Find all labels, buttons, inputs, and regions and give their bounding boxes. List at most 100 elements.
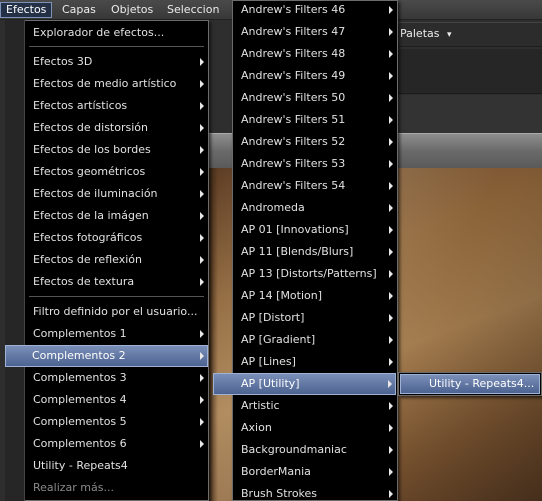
menu-item-label: AP 01 [Innovations]: [241, 223, 349, 236]
menu-item-label: Andrew's Filters 48: [241, 47, 346, 60]
submenu-item[interactable]: Backgroundmaniac: [234, 439, 396, 461]
submenu-arrow-icon: [200, 212, 204, 220]
menu-item-complementos-6[interactable]: Complementos 6: [26, 433, 207, 455]
submenu-item[interactable]: AP [Gradient]: [234, 329, 396, 351]
submenu-item[interactable]: Andrew's Filters 53: [234, 153, 396, 175]
submenu-arrow-icon: [200, 374, 204, 382]
menu-item-label: AP 11 [Blends/Blurs]: [241, 245, 354, 258]
menu-item-geometricos[interactable]: Efectos geométricos: [26, 161, 207, 183]
submenu-item[interactable]: AP 01 [Innovations]: [234, 219, 396, 241]
submenu-item[interactable]: Andromeda: [234, 197, 396, 219]
submenu-item[interactable]: Andrew's Filters 50: [234, 87, 396, 109]
submenu-item[interactable]: AP 14 [Motion]: [234, 285, 396, 307]
submenu-item[interactable]: Andrew's Filters 54: [234, 175, 396, 197]
submenu-item[interactable]: Andrew's Filters 48: [234, 43, 396, 65]
submenu-item[interactable]: Andrew's Filters 46: [234, 0, 396, 21]
menu-item-iluminacion[interactable]: Efectos de iluminación: [26, 183, 207, 205]
menu-item-explorador[interactable]: Explorador de efectos...: [26, 22, 207, 44]
menu-item-distorsion[interactable]: Efectos de distorsión: [26, 117, 207, 139]
menubar-efectos[interactable]: Efectos: [0, 2, 53, 18]
submenu-arrow-icon: [200, 330, 204, 338]
menu-item-complementos-4[interactable]: Complementos 4: [26, 389, 207, 411]
menu-item-label: Efectos geométricos: [33, 165, 146, 178]
submenu-arrow-icon: [389, 490, 393, 498]
submenu-arrow-icon: [200, 396, 204, 404]
menu-item-label: Utility - Repeats4: [33, 459, 128, 472]
submenu-arrow-icon: [389, 314, 393, 322]
submenu-item-utility-repeats4[interactable]: Utility - Repeats4...: [400, 374, 540, 394]
submenu-item[interactable]: Andrew's Filters 52: [234, 131, 396, 153]
menu-item-utility-repeats4[interactable]: Utility - Repeats4: [26, 455, 207, 477]
submenu-item[interactable]: AP 13 [Distorts/Patterns]: [234, 263, 396, 285]
menu-item-medio-artistico[interactable]: Efectos de medio artístico: [26, 73, 207, 95]
menu-item-complementos-3[interactable]: Complementos 3: [26, 367, 207, 389]
submenu-arrow-icon: [389, 94, 393, 102]
menu-item-label: Axion: [241, 421, 272, 434]
menu-item-filtro-usuario[interactable]: Filtro definido por el usuario...: [26, 301, 207, 323]
menubar-objetos[interactable]: Objetos: [106, 2, 158, 18]
submenu-arrow-icon: [389, 6, 393, 14]
menu-item-label: AP [Distort]: [241, 311, 305, 324]
menu-item-label: Brush Strokes: [241, 487, 318, 500]
menu-item-label: Andrew's Filters 47: [241, 25, 346, 38]
menu-item-complementos-1[interactable]: Complementos 1: [26, 323, 207, 345]
submenu-arrow-icon: [200, 278, 204, 286]
submenu-item[interactable]: Axion: [234, 417, 396, 439]
menu-item-label: Efectos artísticos: [33, 99, 128, 112]
menu-item-reflexion[interactable]: Efectos de reflexión: [26, 249, 207, 271]
submenu-arrow-icon: [389, 160, 393, 168]
menu-item-label: Efectos de iluminación: [33, 187, 158, 200]
submenu-item[interactable]: Brush Strokes: [234, 483, 396, 501]
submenu-arrow-icon: [389, 138, 393, 146]
submenu-item[interactable]: Andrew's Filters 47: [234, 21, 396, 43]
submenu-arrow-icon: [200, 352, 204, 360]
submenu-arrow-icon: [389, 446, 393, 454]
submenu-item[interactable]: Artistic: [234, 395, 396, 417]
submenu-item[interactable]: Andrew's Filters 51: [234, 109, 396, 131]
menu-item-label: Efectos de los bordes: [33, 143, 151, 156]
submenu-arrow-icon: [200, 168, 204, 176]
paletas-label: Paletas: [400, 27, 440, 40]
submenu-item-ap-utility[interactable]: AP [Utility]: [213, 373, 396, 395]
menu-item-label: Andrew's Filters 52: [241, 135, 346, 148]
submenu-arrow-icon: [389, 424, 393, 432]
canvas-shadow: [208, 168, 218, 501]
submenu-arrow-icon: [388, 380, 392, 388]
menu-item-bordes[interactable]: Efectos de los bordes: [26, 139, 207, 161]
menu-item-artisticos[interactable]: Efectos artísticos: [26, 95, 207, 117]
paletas-menu[interactable]: Paletas ▾: [400, 25, 452, 43]
submenu-arrow-icon: [389, 204, 393, 212]
menu-item-label: Andrew's Filters 49: [241, 69, 346, 82]
menu-item-label: Complementos 1: [33, 327, 127, 340]
submenu-arrow-icon: [389, 468, 393, 476]
menu-item-label: BorderMania: [241, 465, 311, 478]
menu-item-label: AP [Lines]: [241, 355, 296, 368]
submenu-arrow-icon: [389, 292, 393, 300]
menu-item-textura[interactable]: Efectos de textura: [26, 271, 207, 293]
menu-item-efectos-3d[interactable]: Efectos 3D: [26, 51, 207, 73]
submenu-item[interactable]: Andrew's Filters 49: [234, 65, 396, 87]
menu-item-complementos-2[interactable]: Complementos 2: [5, 345, 208, 367]
menu-item-label: Explorador de efectos...: [33, 26, 165, 39]
menubar-seleccion[interactable]: Seleccion: [162, 2, 224, 18]
menu-item-label: Efectos de textura: [33, 275, 135, 288]
menu-item-label: Realizar más...: [33, 481, 114, 494]
menu-item-fotograficos[interactable]: Efectos fotográficos: [26, 227, 207, 249]
menu-separator: [29, 296, 204, 297]
submenu-item[interactable]: AP [Distort]: [234, 307, 396, 329]
menubar-capas[interactable]: Capas: [57, 2, 101, 18]
menu-item-complementos-5[interactable]: Complementos 5: [26, 411, 207, 433]
complementos-submenu: Andrew's Filters 46 Andrew's Filters 47 …: [213, 0, 398, 501]
submenu-item[interactable]: AP [Lines]: [234, 351, 396, 373]
menu-item-label: AP [Utility]: [241, 377, 300, 390]
submenu-item[interactable]: AP 11 [Blends/Blurs]: [234, 241, 396, 263]
menu-item-label: Andromeda: [241, 201, 305, 214]
submenu-item[interactable]: BorderMania: [234, 461, 396, 483]
efectos-menu: Explorador de efectos... Efectos 3D Efec…: [5, 20, 209, 501]
toolbar-strip: [395, 49, 542, 94]
submenu-arrow-icon: [200, 80, 204, 88]
menu-item-imagen[interactable]: Efectos de la imágen: [26, 205, 207, 227]
menu-item-label: Complementos 5: [33, 415, 127, 428]
menu-item-label: Backgroundmaniac: [241, 443, 347, 456]
menu-item-label: Efectos 3D: [33, 55, 93, 68]
